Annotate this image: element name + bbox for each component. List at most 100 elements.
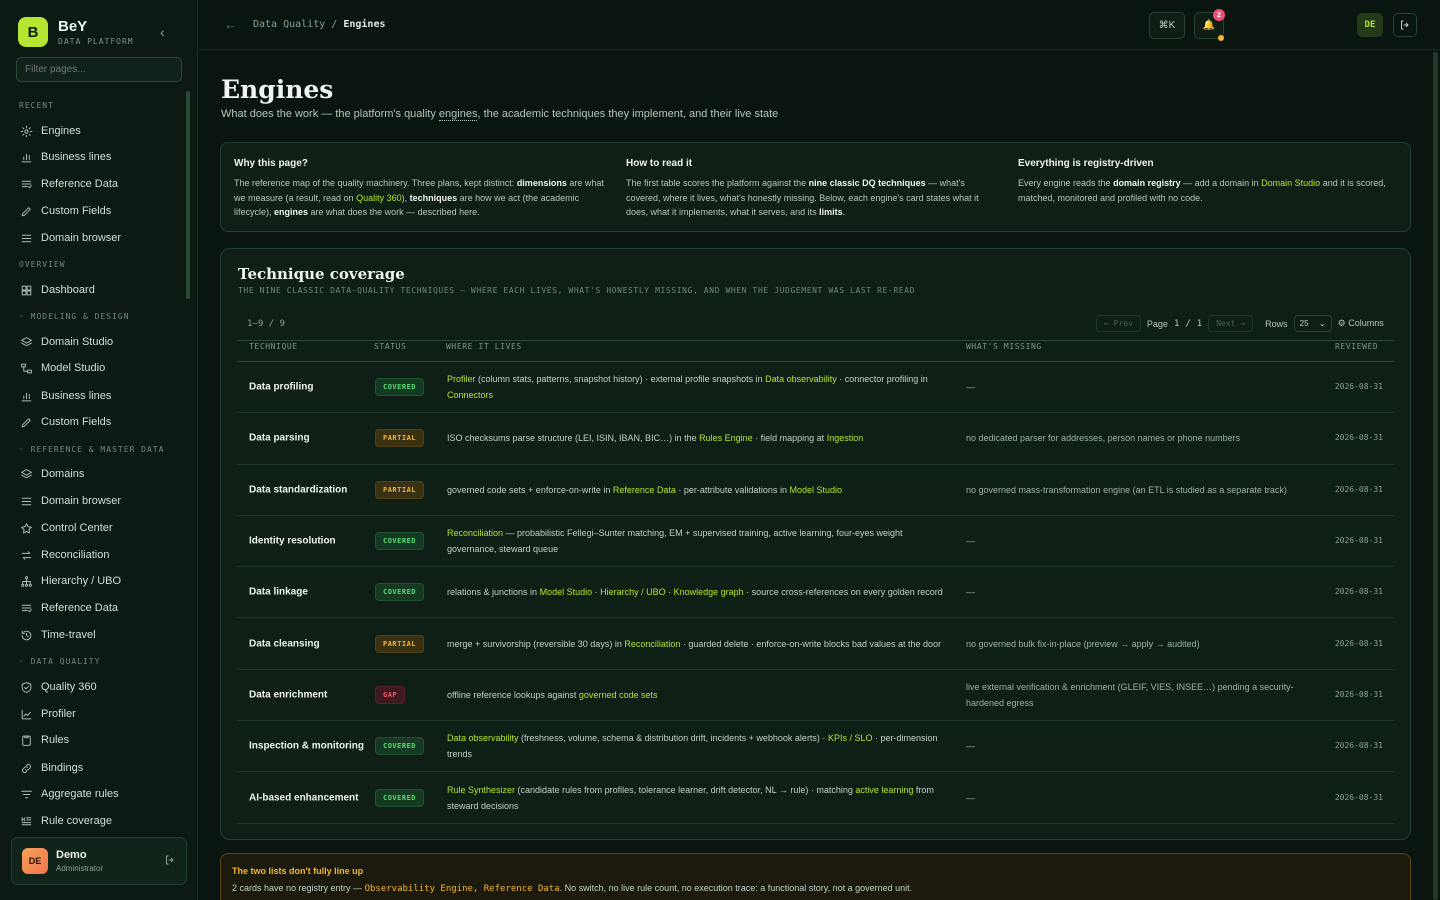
rows-per-page-select[interactable]: 25 ⌄ bbox=[1293, 315, 1332, 332]
section-reference: ◦ REFERENCE & MASTER DATA bbox=[19, 445, 165, 454]
domain-studio-link[interactable]: Domain Studio bbox=[1261, 178, 1320, 188]
sidebar-item-reference-data[interactable]: Reference Data bbox=[19, 598, 184, 618]
main-scrollbar[interactable] bbox=[1433, 52, 1438, 900]
sidebar-item-label: Business lines bbox=[41, 151, 112, 163]
sidebar-item-label: Time-travel bbox=[41, 629, 96, 641]
module-link[interactable]: Rule Synthesizer bbox=[447, 785, 515, 795]
pagination: ← Prev Page 1 / 1 Next → Rows 25 ⌄ ⚙ Colu… bbox=[1096, 315, 1384, 332]
sidebar-item-label: Reconciliation bbox=[41, 549, 110, 561]
col-reviewed[interactable]: REVIEWED bbox=[1335, 342, 1378, 351]
breadcrumb-current: Engines bbox=[343, 19, 386, 30]
module-link[interactable]: Reconciliation bbox=[447, 528, 503, 538]
sidebar-item-profiler[interactable]: Profiler bbox=[19, 704, 184, 724]
sidebar-scrollbar[interactable] bbox=[186, 91, 190, 299]
next-page-button[interactable]: Next → bbox=[1208, 315, 1254, 332]
sidebar-item-model-studio[interactable]: Model Studio bbox=[19, 358, 184, 378]
sidebar-item-business-lines[interactable]: Business lines bbox=[19, 147, 184, 167]
list-icon bbox=[19, 177, 33, 191]
hierarchy-icon bbox=[19, 574, 33, 588]
sidebar-item-label: Aggregate rules bbox=[41, 788, 119, 800]
module-link[interactable]: active learning bbox=[855, 785, 913, 795]
sidebar-item-custom-fields[interactable]: Custom Fields bbox=[19, 201, 184, 221]
whats-missing: — bbox=[966, 382, 975, 393]
whats-missing: — bbox=[966, 536, 975, 547]
module-link[interactable]: governed code sets bbox=[579, 690, 658, 700]
where-it-lives: governed code sets + enforce-on-write in… bbox=[447, 484, 842, 495]
sidebar-item-quality-360[interactable]: Quality 360 bbox=[19, 677, 184, 697]
col-where[interactable]: WHERE IT LIVES bbox=[446, 342, 522, 351]
col-technique[interactable]: TECHNIQUE bbox=[249, 342, 298, 351]
sidebar-item-domains[interactable]: Domains bbox=[19, 464, 184, 484]
module-link[interactable]: Reconciliation bbox=[624, 639, 680, 649]
filter-pages-input[interactable] bbox=[16, 57, 182, 82]
sidebar-item-reference-data[interactable]: Reference Data bbox=[19, 174, 184, 194]
status-badge: PARTIAL bbox=[375, 480, 425, 499]
sidebar-item-engines[interactable]: Engines bbox=[19, 121, 184, 141]
coverage-icon bbox=[19, 814, 33, 828]
sidebar-item-time-travel[interactable]: Time-travel bbox=[19, 625, 184, 645]
sidebar-item-domain-browser[interactable]: Domain browser bbox=[19, 228, 184, 248]
rows-label: Rows bbox=[1265, 318, 1288, 329]
prev-page-button[interactable]: ← Prev bbox=[1096, 315, 1141, 332]
collapse-sidebar-icon[interactable]: ‹ bbox=[160, 24, 165, 40]
status-badge: COVERED bbox=[375, 788, 425, 807]
reviewed-date: 2026-08-31 bbox=[1334, 741, 1383, 751]
table-row[interactable]: AI-based enhancement COVERED Rule Synthesi… bbox=[237, 772, 1394, 824]
module-link[interactable]: Hierarchy / UBO bbox=[600, 587, 666, 597]
sidebar-item-domain-studio[interactable]: Domain Studio bbox=[19, 332, 184, 352]
module-link[interactable]: Reference Data bbox=[613, 485, 676, 495]
table-row[interactable]: Data standardization PARTIAL governed code… bbox=[237, 465, 1394, 516]
table-row[interactable]: Data cleansing PARTIAL merge + survivorshi… bbox=[237, 618, 1394, 670]
quality360-link[interactable]: Quality 360 bbox=[356, 193, 402, 203]
info-card: Why this page? The reference map of the … bbox=[220, 142, 1411, 232]
module-link[interactable]: Profiler bbox=[447, 374, 476, 384]
sidebar-item-control-center[interactable]: Control Center bbox=[19, 518, 184, 538]
table-row[interactable]: Data enrichment GAP offline reference look… bbox=[237, 670, 1394, 722]
status-badge: COVERED bbox=[375, 583, 425, 602]
table-row[interactable]: Data linkage COVERED relations & junctions… bbox=[237, 567, 1394, 619]
sidebar-item-reconciliation[interactable]: Reconciliation bbox=[19, 545, 184, 565]
brand[interactable]: B BeY DATA PLATFORM bbox=[18, 17, 134, 47]
sidebar-item-hierarchy-ubo[interactable]: Hierarchy / UBO bbox=[19, 571, 184, 591]
sidebar-item-rule-coverage[interactable]: Rule coverage bbox=[19, 811, 184, 831]
table-row[interactable]: Identity resolution COVERED Reconciliation… bbox=[237, 516, 1394, 568]
header-logout-button[interactable] bbox=[1393, 13, 1417, 37]
table-row[interactable]: Data profiling COVERED Profiler (column st… bbox=[237, 362, 1394, 414]
module-link[interactable]: Data observability bbox=[765, 374, 837, 384]
module-link[interactable]: KPIs / SLO bbox=[828, 733, 873, 743]
sidebar-item-bindings[interactable]: Bindings bbox=[19, 758, 184, 778]
breadcrumb: Data Quality / Engines bbox=[253, 19, 386, 30]
sidebar-item-aggregate-rules[interactable]: Aggregate rules bbox=[19, 784, 184, 804]
module-link[interactable]: Data observability bbox=[447, 733, 519, 743]
sidebar-item-business-lines[interactable]: Business lines bbox=[19, 386, 184, 406]
module-link[interactable]: Rules Engine bbox=[699, 433, 753, 443]
sidebar-item-custom-fields[interactable]: Custom Fields bbox=[19, 412, 184, 432]
sidebar-item-rules[interactable]: Rules bbox=[19, 730, 184, 750]
brand-subtitle: DATA PLATFORM bbox=[58, 37, 134, 46]
sidebar-item-dashboard[interactable]: Dashboard bbox=[19, 280, 184, 300]
col-missing[interactable]: WHAT'S MISSING bbox=[966, 342, 1042, 351]
command-palette-button[interactable]: ⌘K bbox=[1149, 12, 1185, 39]
logout-icon[interactable] bbox=[164, 854, 176, 869]
user-card[interactable]: DE Demo Administrator bbox=[11, 837, 187, 885]
reviewed-date: 2026-08-31 bbox=[1334, 587, 1383, 597]
sidebar-item-domain-browser[interactable]: Domain browser bbox=[19, 491, 184, 511]
breadcrumb-parent[interactable]: Data Quality bbox=[253, 19, 325, 30]
user-role: Administrator bbox=[56, 864, 104, 873]
module-link[interactable]: Connectors bbox=[447, 390, 493, 400]
col-status[interactable]: STATUS bbox=[374, 342, 407, 351]
module-link[interactable]: Model Studio bbox=[789, 485, 842, 495]
logout-icon bbox=[1401, 20, 1409, 30]
back-arrow-icon[interactable]: ← bbox=[224, 17, 237, 32]
table-row[interactable]: Inspection & monitoring COVERED Data obser… bbox=[237, 721, 1394, 773]
user-name: Demo bbox=[56, 849, 87, 861]
module-link[interactable]: Ingestion bbox=[827, 433, 864, 443]
section-modeling: ◦ MODELING & DESIGN bbox=[19, 312, 130, 321]
header-avatar[interactable]: DE bbox=[1357, 13, 1383, 37]
filter-icon bbox=[19, 787, 33, 801]
module-link[interactable]: Model Studio bbox=[540, 587, 593, 597]
columns-button[interactable]: ⚙ Columns bbox=[1338, 318, 1384, 329]
module-link[interactable]: Knowledge graph bbox=[674, 587, 744, 597]
page-total: 1 bbox=[1196, 318, 1203, 329]
table-row[interactable]: Data parsing PARTIAL ISO checksums parse s… bbox=[237, 413, 1394, 465]
